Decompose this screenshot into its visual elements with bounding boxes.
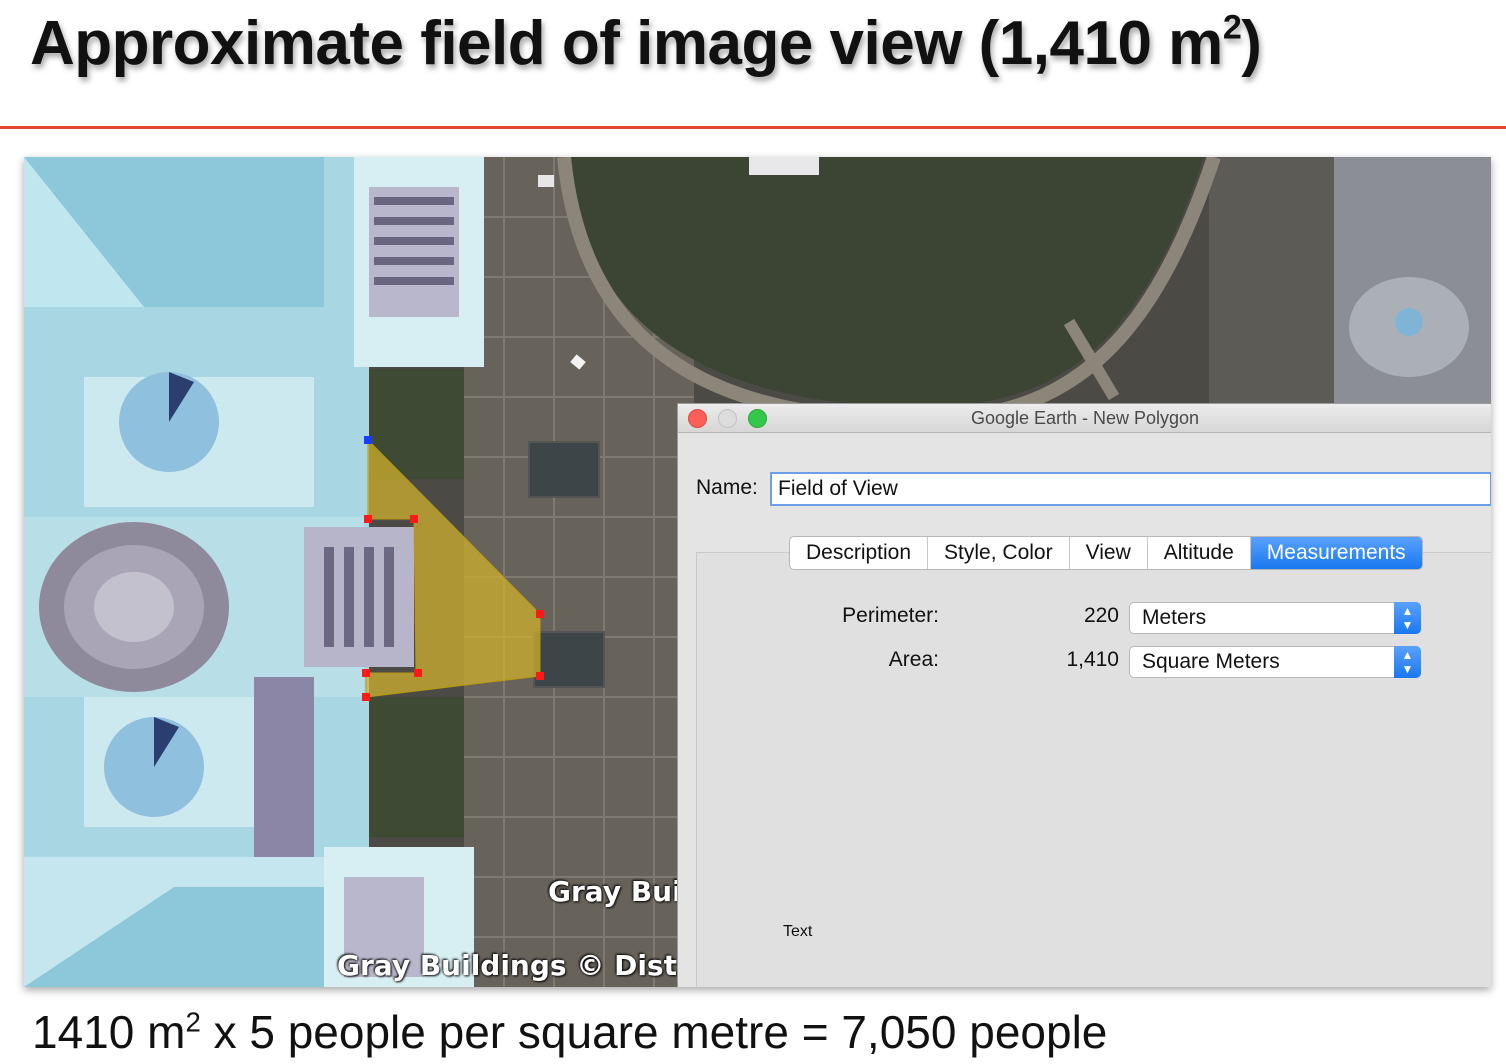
perimeter-unit-value: Meters: [1142, 606, 1207, 629]
tab-description[interactable]: Description: [790, 537, 929, 569]
slide-title-superscript: 2: [1222, 8, 1242, 47]
text-placeholder: Text: [783, 923, 813, 940]
tab-bar: Description Style, Color View Altitude M…: [789, 536, 1423, 570]
caption-superscript: 2: [185, 1006, 201, 1038]
area-unit-select[interactable]: Square Meters ▲ ▼: [1129, 646, 1421, 678]
dialog-titlebar[interactable]: Google Earth - New Polygon: [678, 404, 1491, 433]
screenshot-frame: Gray Bui Gray Buildings © Distr Google E…: [24, 157, 1491, 987]
name-input[interactable]: [770, 472, 1491, 506]
perimeter-unit-select[interactable]: Meters ▲ ▼: [1129, 602, 1421, 634]
perimeter-label: Perimeter:: [842, 604, 939, 627]
tab-view[interactable]: View: [1070, 537, 1148, 569]
tab-style-color[interactable]: Style, Color: [928, 537, 1070, 569]
title-divider: [0, 126, 1506, 129]
name-label: Name:: [696, 476, 758, 499]
caption-rest: x 5 people per square metre = 7,050 peop…: [200, 1006, 1108, 1058]
slide-title-close: ): [1241, 9, 1262, 78]
polygon-dialog: Google Earth - New Polygon Name: Perimet…: [677, 403, 1491, 987]
map-attribution: Gray Buildings © Distr: [337, 949, 691, 982]
tab-altitude[interactable]: Altitude: [1148, 537, 1251, 569]
perimeter-value: 220: [1083, 604, 1119, 627]
slide-title-text: Approximate field of image view (1,410 m: [30, 9, 1223, 78]
stepper-arrows-icon: ▲ ▼: [1394, 602, 1421, 634]
tab-measurements[interactable]: Measurements: [1250, 537, 1422, 569]
slide-title: Approximate field of image view (1,410 m…: [30, 8, 1262, 79]
measurements-panel: Perimeter: 220 Meters ▲ ▼ Area: 1,410 Squ…: [696, 552, 1491, 987]
area-unit-value: Square Meters: [1142, 650, 1280, 673]
map-label-building: Gray Bui: [548, 875, 682, 908]
area-label: Area:: [888, 648, 939, 671]
area-value: 1,410: [1066, 648, 1119, 671]
caption-text: 1410 m: [32, 1006, 186, 1058]
window-title: Google Earth - New Polygon: [970, 408, 1200, 428]
slide-caption: 1410 m2 x 5 people per square metre = 7,…: [32, 1005, 1107, 1059]
stepper-arrows-icon: ▲ ▼: [1394, 646, 1421, 678]
